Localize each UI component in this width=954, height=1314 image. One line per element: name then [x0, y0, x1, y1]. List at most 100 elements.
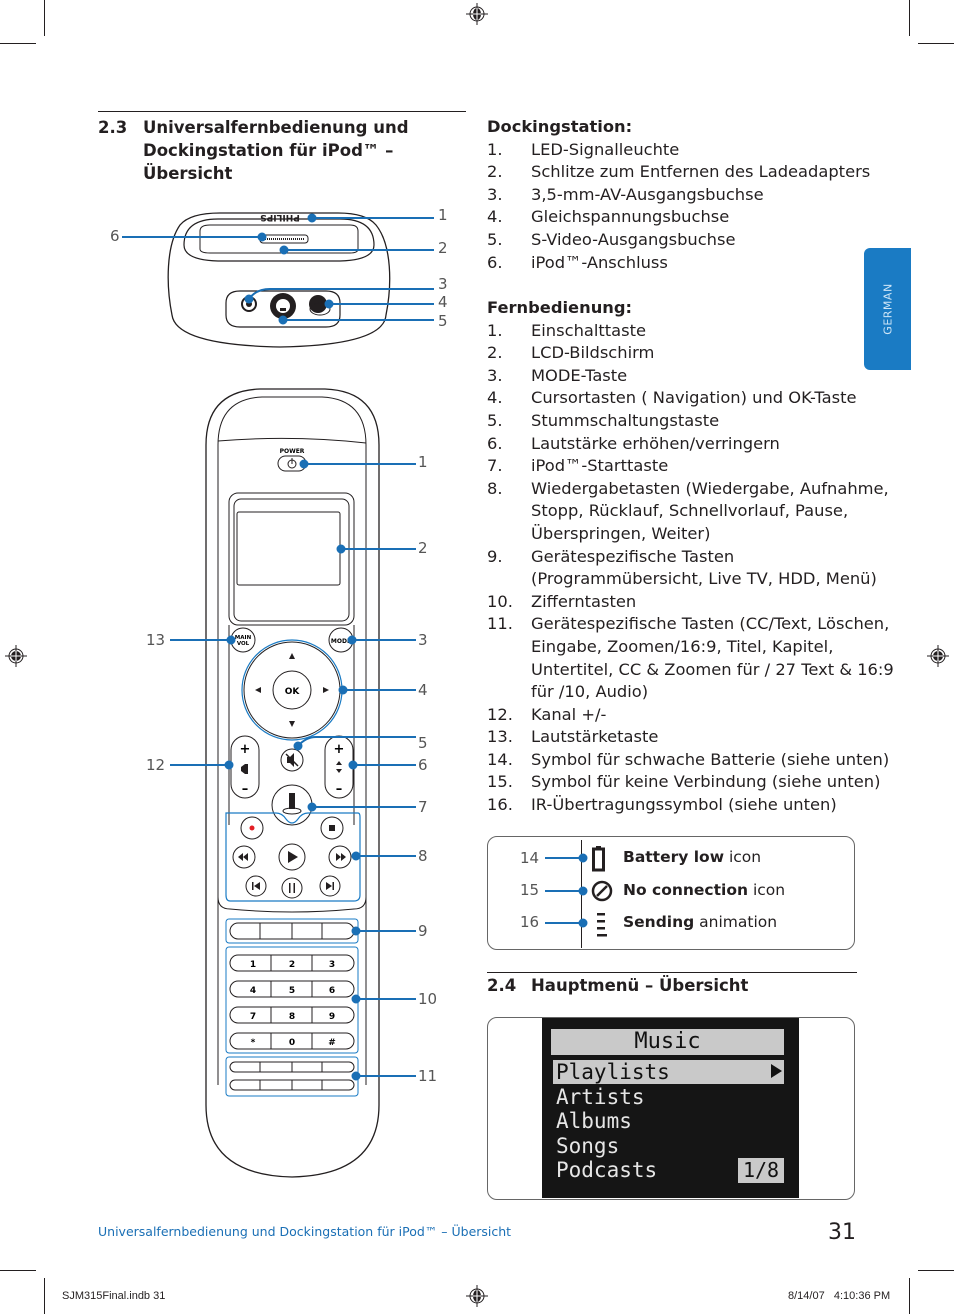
- list-item-text: Symbol für keine Verbindung (siehe unten…: [531, 772, 881, 792]
- menu-title: Music: [551, 1029, 784, 1055]
- list-item: 1. LED-Signalleuchte: [487, 139, 911, 162]
- sending-animation-icon: [597, 913, 607, 937]
- list-item: 2. LCD-Bildschirm: [487, 342, 911, 365]
- slug-timestamp: 8/14/07 4:10:36 PM: [788, 1290, 891, 1302]
- battery-low-row: Battery low icon: [623, 848, 761, 866]
- menu-item-podcasts[interactable]: Podcasts: [556, 1158, 657, 1182]
- sending-row: Sending animation: [623, 913, 777, 931]
- remote-callout-1: 1: [418, 453, 428, 471]
- list-item-text: Zifferntasten: [531, 591, 637, 611]
- dock-callout-6: 6: [110, 227, 120, 245]
- list-item-text: Kanal +/-: [531, 704, 607, 724]
- language-tab: GERMAN: [864, 248, 911, 370]
- section-number: 2.3: [98, 118, 128, 137]
- list-item-number: 6.: [487, 433, 503, 453]
- list-item-text: Cursortasten ( Navigation) und OK-Taste: [531, 388, 857, 408]
- list-item-number: 7.: [487, 456, 503, 476]
- remote-callout-6: 6: [418, 756, 428, 774]
- dockingstation-heading: Dockingstation:: [487, 117, 633, 136]
- fernbedienung-list: Fernbedienung: 1. Einschalttaste 2. LCD-Bil…: [487, 297, 911, 817]
- section-number: 2.4: [487, 976, 517, 995]
- crop-mark: [918, 1270, 954, 1271]
- list-item-text: Stummschaltungstaste: [531, 410, 720, 430]
- crop-mark: [44, 1278, 45, 1314]
- list-item: 3. 3,5-mm-AV-Ausgangsbuchse: [487, 184, 911, 207]
- list-item: 10. Zifferntasten: [487, 591, 911, 614]
- list-item-text: Gerätespezifische Tasten (CC/Text, Lösch…: [531, 614, 894, 702]
- remote-callout-10: 10: [418, 990, 438, 1008]
- list-item-text: LED-Signalleuchte: [531, 139, 680, 159]
- list-item-text: Schlitze zum Entfernen des Ladeadapters: [531, 162, 871, 182]
- status-callout-14: 14: [520, 849, 540, 867]
- list-item: 12. Kanal +/-: [487, 704, 911, 727]
- list-item-number: 5.: [487, 229, 503, 249]
- remote-callout-5: 5: [418, 734, 428, 752]
- list-item-number: 2.: [487, 162, 503, 182]
- remote-callout-13: 13: [146, 631, 166, 649]
- remote-callout-11: 11: [418, 1067, 438, 1085]
- list-item: 5. S-Video-Ausgangsbuchse: [487, 229, 911, 252]
- dock-callout-3: 3: [438, 275, 448, 293]
- list-item: 16. IR-Übertragungssymbol (siehe unten): [487, 794, 911, 817]
- menu-item-albums[interactable]: Albums: [556, 1109, 632, 1133]
- list-item-number: 15.: [487, 772, 513, 792]
- list-item: 4. Gleichspannungsbuchse: [487, 206, 911, 229]
- list-item-number: 11.: [487, 614, 513, 634]
- list-item-number: 14.: [487, 749, 513, 769]
- crop-mark: [0, 1270, 36, 1271]
- list-item-number: 16.: [487, 795, 513, 815]
- status-label-bold: Battery low: [623, 848, 725, 866]
- status-label-rest: icon: [724, 848, 762, 866]
- list-item-number: 4.: [487, 388, 503, 408]
- list-item-text: LCD-Bildschirm: [531, 343, 655, 363]
- list-item-number: 8.: [487, 478, 503, 498]
- crop-mark: [44, 0, 45, 36]
- dock-callout-2: 2: [438, 239, 448, 257]
- status-label-rest: animation: [694, 913, 778, 931]
- list-item: 6. Lautstärke erhöhen/verringern: [487, 433, 911, 456]
- language-tab-label: GERMAN: [881, 283, 894, 335]
- list-item: 15. Symbol für keine Verbindung (siehe un…: [487, 771, 911, 794]
- list-item-text: Symbol für schwache Batterie (siehe unte…: [531, 749, 890, 769]
- battery-low-icon: [592, 846, 605, 872]
- list-item: 8. Wiedergabetasten (Wiedergabe, Aufnahme…: [487, 478, 911, 546]
- fernbedienung-heading: Fernbedienung:: [487, 298, 633, 317]
- list-item-number: 1.: [487, 139, 503, 159]
- list-item-number: 3.: [487, 184, 503, 204]
- crop-mark: [918, 43, 954, 44]
- list-item-text: Lautstärketaste: [531, 727, 659, 747]
- status-callout-16: 16: [520, 913, 540, 931]
- list-item-text: iPod™-Anschluss: [531, 252, 668, 272]
- menu-arrow-right-icon: [771, 1064, 782, 1078]
- crop-mark: [0, 43, 36, 44]
- registration-mark-icon: [5, 645, 27, 667]
- dock-callout-5: 5: [438, 312, 448, 330]
- list-item-number: 12.: [487, 704, 513, 724]
- remote-callout-12: 12: [146, 756, 166, 774]
- list-item-number: 1.: [487, 320, 503, 340]
- list-item-text: 3,5-mm-AV-Ausgangsbuchse: [531, 184, 764, 204]
- list-item: 7. iPod™-Starttaste: [487, 455, 911, 478]
- slug-file: SJM315Final.indb 31: [62, 1290, 166, 1302]
- list-item-number: 9.: [487, 546, 503, 566]
- list-item-text: IR-Übertragungssymbol (siehe unten): [531, 795, 837, 815]
- crop-mark: [909, 0, 910, 36]
- list-item: 11. Gerätespezifische Tasten (CC/Text, Lö…: [487, 613, 911, 703]
- dock-callout-lines: [122, 213, 434, 325]
- list-item-text: Gleichspannungsbuchse: [531, 207, 730, 227]
- dock-callout-4: 4: [438, 293, 448, 311]
- status-label-bold: No connection: [623, 881, 749, 899]
- no-connection-icon: [591, 880, 613, 902]
- menu-item-songs[interactable]: Songs: [556, 1134, 619, 1158]
- list-item: 3. MODE-Taste: [487, 365, 911, 388]
- list-item-number: 5.: [487, 410, 503, 430]
- menu-item-artists[interactable]: Artists: [556, 1085, 645, 1109]
- dock-callout-1: 1: [438, 206, 448, 224]
- section-rule: [98, 111, 466, 112]
- registration-mark-icon: [927, 645, 949, 667]
- menu-item-playlists[interactable]: Playlists: [556, 1060, 670, 1084]
- remote-callout-lines: [170, 459, 416, 1081]
- list-item: 5. Stummschaltungstaste: [487, 410, 911, 433]
- list-item: 1. Einschalttaste: [487, 320, 911, 343]
- list-item: 9. Gerätespezifische Tasten (Programmüber…: [487, 546, 911, 591]
